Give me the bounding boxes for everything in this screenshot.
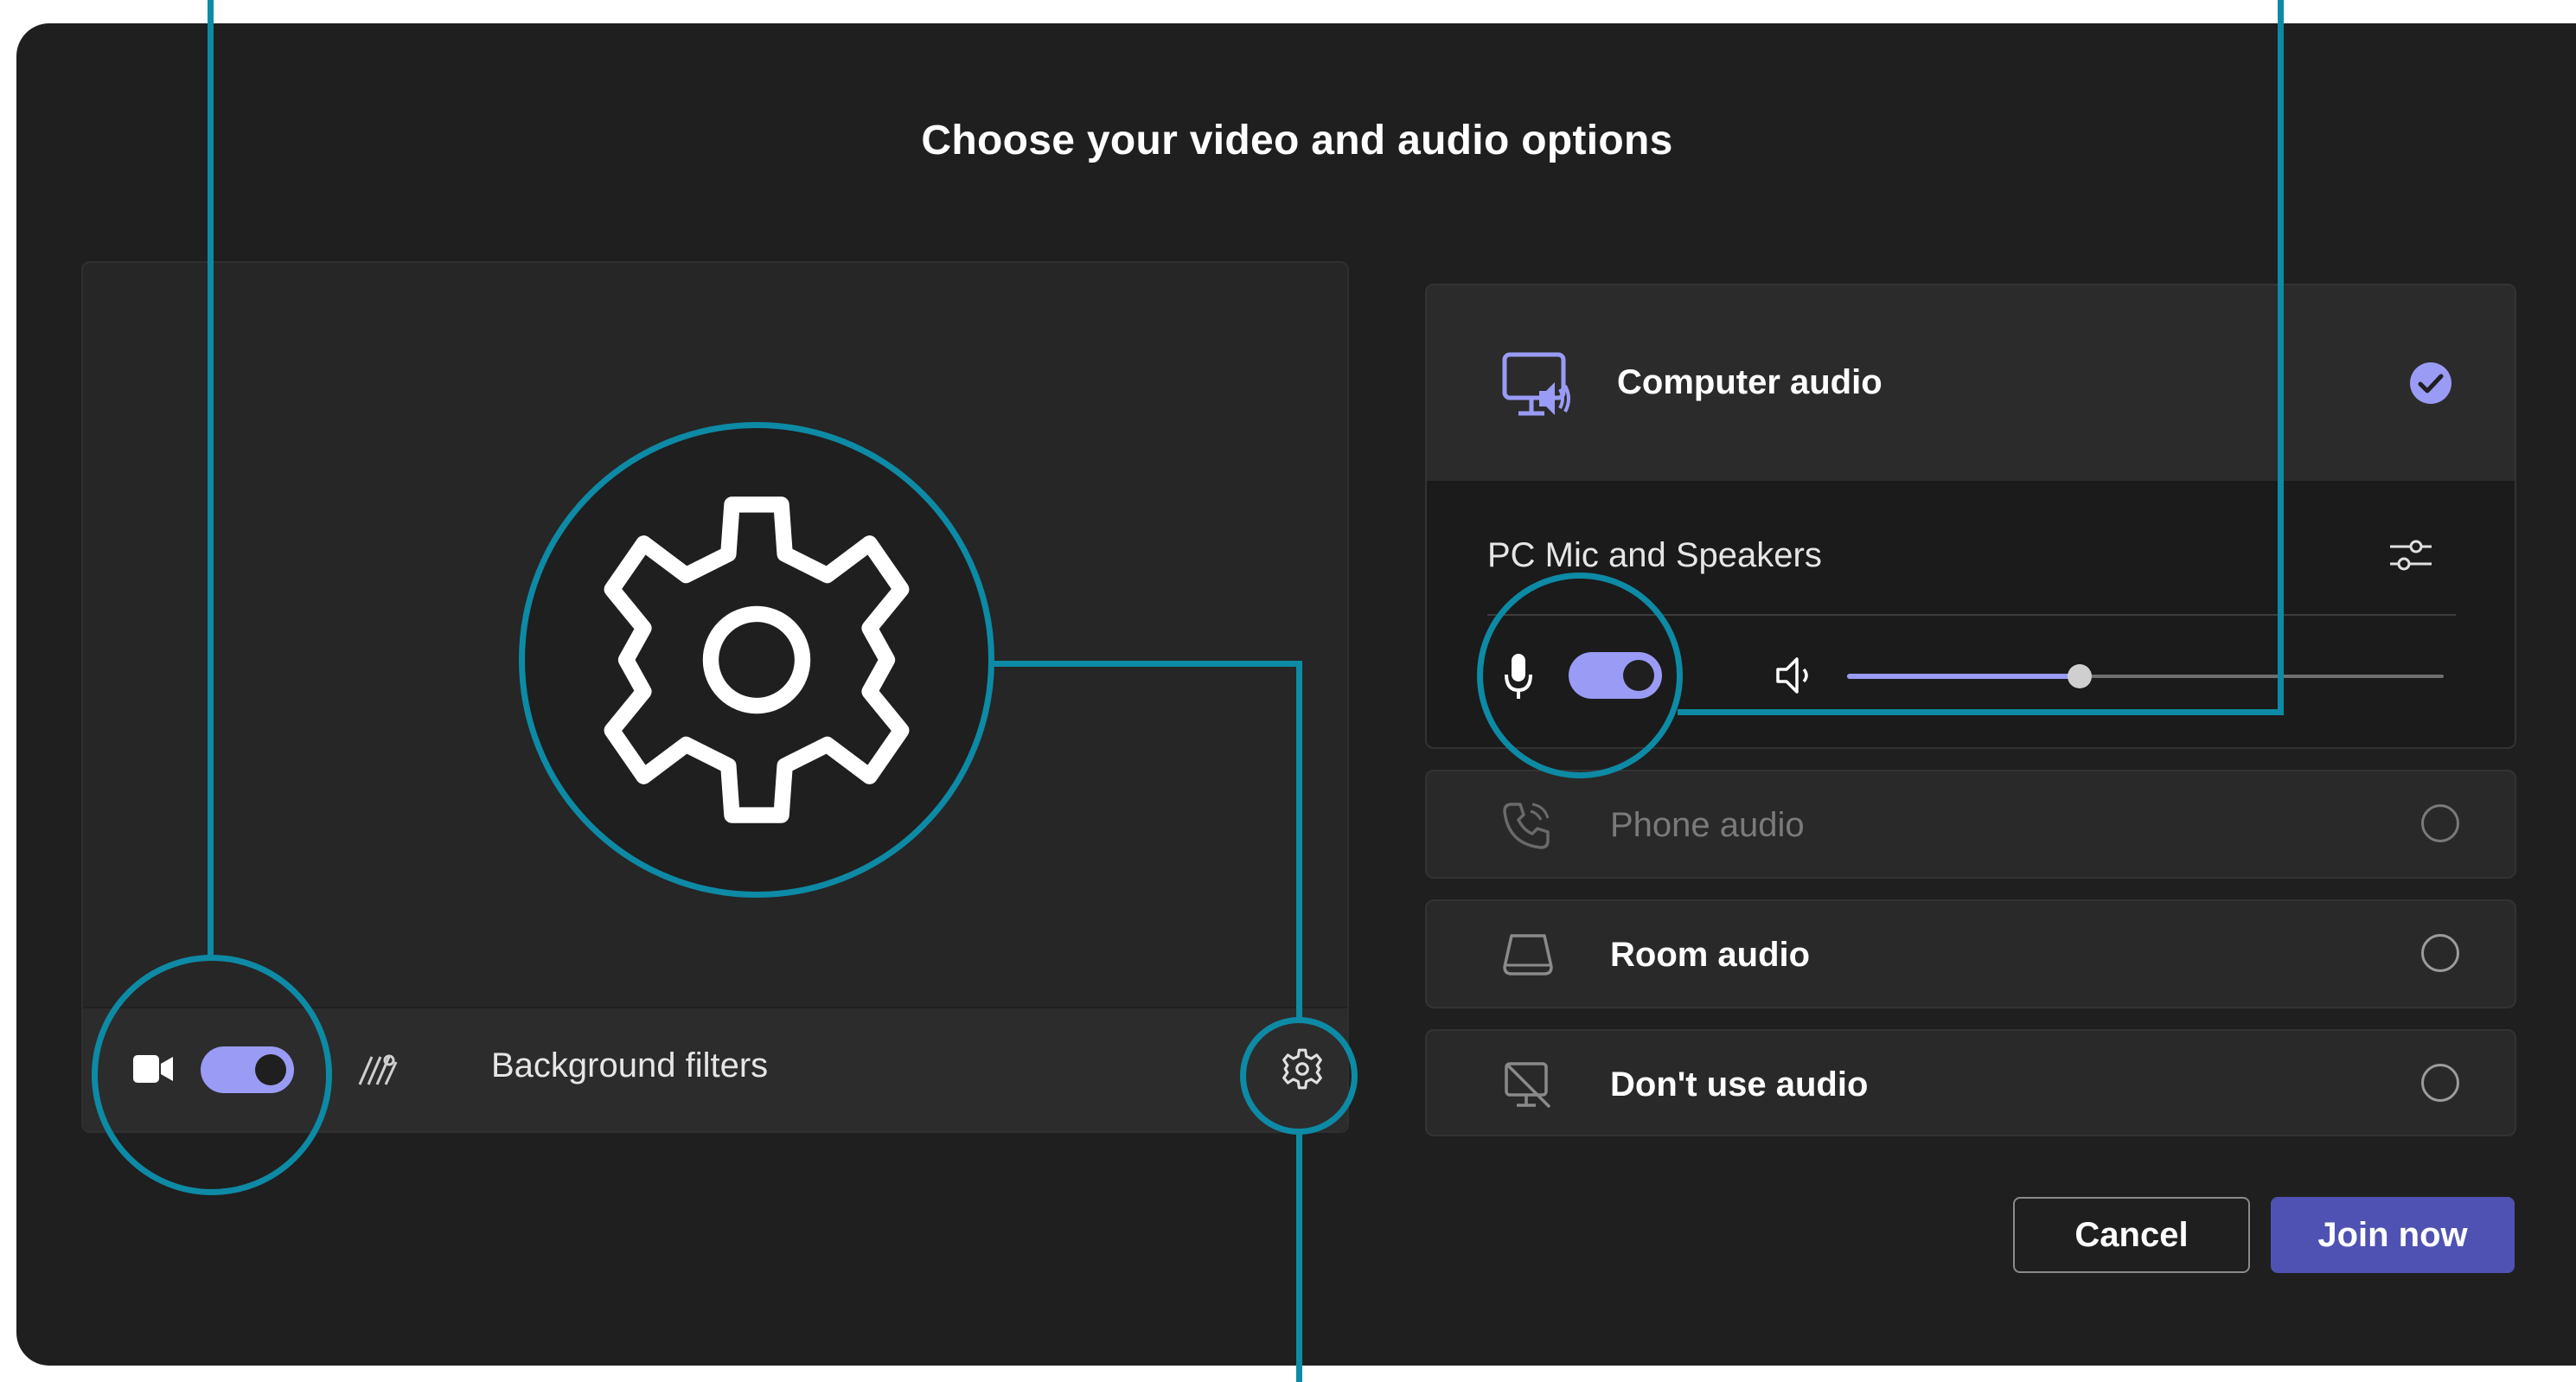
microphone-callout-line-horizontal xyxy=(1678,709,2284,715)
settings-callout-line-bottom xyxy=(1296,1133,1302,1382)
settings-zoom-callout xyxy=(519,422,994,898)
room-audio-icon xyxy=(1503,934,1553,976)
phone-audio-label: Phone audio xyxy=(1610,806,1805,844)
no-audio-label: Don't use audio xyxy=(1610,1065,1869,1104)
gear-icon xyxy=(604,496,910,823)
background-filters-icon xyxy=(358,1054,398,1085)
settings-callout-line-horizontal xyxy=(993,661,1302,667)
phone-audio-icon xyxy=(1503,803,1550,849)
device-settings-callout-ring xyxy=(1240,1017,1358,1135)
camera-toggle-callout-ring xyxy=(92,955,332,1195)
volume-slider-thumb[interactable] xyxy=(2068,664,2093,688)
background-filters-label[interactable]: Background filters xyxy=(491,1046,768,1085)
cancel-button[interactable]: Cancel xyxy=(2013,1197,2250,1273)
settings-callout-line-vertical xyxy=(1296,661,1302,1019)
room-audio-radio[interactable] xyxy=(2421,934,2459,972)
join-now-button[interactable]: Join now xyxy=(2271,1197,2515,1273)
phone-audio-option: Phone audio xyxy=(1425,770,2516,879)
volume-slider[interactable] xyxy=(1847,664,2444,688)
selected-check-icon xyxy=(2410,362,2451,404)
audio-off-icon xyxy=(1505,1062,1551,1109)
phone-audio-radio xyxy=(2421,804,2459,842)
microphone-callout-line-vertical xyxy=(2278,0,2284,715)
room-audio-label: Room audio xyxy=(1610,936,1811,974)
room-audio-option[interactable]: Room audio xyxy=(1425,899,2516,1008)
computer-audio-label: Computer audio xyxy=(1617,363,1882,401)
volume-slider-fill xyxy=(1847,674,2081,679)
dialog-title: Choose your video and audio options xyxy=(921,118,1673,163)
computer-speaker-icon xyxy=(1502,352,1570,416)
camera-callout-line xyxy=(208,0,214,957)
no-audio-option[interactable]: Don't use audio xyxy=(1425,1029,2516,1136)
speaker-volume-icon xyxy=(1776,657,1808,694)
microphone-callout-ring xyxy=(1477,573,1683,778)
computer-audio-header[interactable]: Computer audio xyxy=(1427,285,2515,481)
audio-settings-sliders-icon[interactable] xyxy=(2388,533,2433,578)
device-label: PC Mic and Speakers xyxy=(1487,536,1822,574)
no-audio-radio[interactable] xyxy=(2421,1064,2459,1102)
